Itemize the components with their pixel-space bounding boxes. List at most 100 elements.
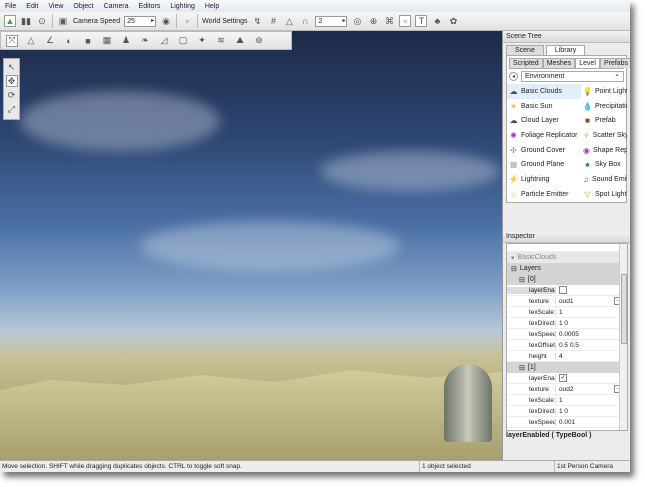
main-toolbar: ▲ ▮▮ ⊙ ▣ Camera Speed 25 ◉ ▫ World Setti… (0, 12, 630, 31)
layer-group[interactable]: ⊟ [0] (507, 274, 627, 285)
rotate-icon[interactable]: ⟳ (6, 89, 18, 101)
terrain-painter-icon[interactable]: ∠ (44, 35, 56, 47)
snap-terrain-icon[interactable]: ↯ (251, 15, 263, 27)
group-layers[interactable]: ⊟ Layers (507, 263, 627, 274)
library-item[interactable]: ■ Prefab (581, 113, 627, 128)
snap-size-input[interactable]: 2 (315, 15, 348, 27)
scene-tree-header: Scene Tree (503, 31, 630, 43)
library-item[interactable]: ☀ Basic Sun (507, 99, 581, 114)
world-settings-label[interactable]: World Settings (202, 18, 247, 25)
menu-object[interactable]: Object (68, 3, 98, 10)
property-value[interactable]: oud2 (559, 386, 573, 393)
menu-file[interactable]: File (0, 3, 21, 10)
material-editor-icon[interactable]: ◐ (63, 35, 75, 47)
fit-view-icon[interactable]: ▫ (181, 15, 193, 27)
terrain-editor-icon[interactable]: △ (25, 35, 37, 47)
visibility-eye-icon[interactable]: ◉ (160, 15, 172, 27)
property-row: layerEnabled (507, 285, 627, 296)
tab-library[interactable]: Library (545, 45, 586, 55)
property-value[interactable]: 0.0005 (559, 331, 579, 338)
library-item[interactable]: ▽ Spot Light (581, 187, 627, 202)
library-item[interactable]: 💧Precipitation (581, 99, 627, 114)
shape-editor-icon[interactable]: ⊛ (253, 35, 265, 47)
world-pivot-icon[interactable]: ⊕ (367, 15, 379, 27)
layer-group[interactable]: ⊟ [1] (507, 362, 627, 373)
3d-viewport[interactable] (0, 31, 502, 460)
mesh-road-icon[interactable]: ◿ (158, 35, 170, 47)
property-row: texScale 1 (507, 307, 627, 318)
sky-icon[interactable]: ♣ (431, 15, 443, 27)
property-value[interactable]: oud1 (559, 298, 573, 305)
select-bounds-icon[interactable]: ▫ (399, 15, 412, 27)
scrollbar[interactable] (619, 244, 627, 430)
property-value[interactable]: 1 0 (559, 408, 568, 415)
menu-lighting[interactable]: Lighting (165, 3, 200, 10)
library-item[interactable]: ◉Shape Replicator (581, 143, 627, 158)
subtab-scripted[interactable]: Scripted (509, 58, 543, 68)
datablock-editor-icon[interactable]: ▦ (101, 35, 113, 47)
scene-object-tower[interactable] (444, 364, 492, 442)
library-item[interactable]: ☁ Basic Clouds (507, 84, 581, 99)
library-item-icon: ■ (585, 116, 590, 126)
library-item[interactable]: ☁ Cloud Layer (507, 113, 581, 128)
camera-speed-input[interactable]: 25 (124, 15, 157, 27)
mission-area-icon[interactable]: ▢ (177, 35, 189, 47)
layer-enabled-checkbox[interactable] (559, 286, 567, 294)
sketch-tool-icon[interactable]: ■ (82, 35, 94, 47)
object-transform-icon[interactable]: ⌘ (383, 15, 395, 27)
subtab-meshes[interactable]: Meshes (542, 58, 576, 68)
select-arrow-icon[interactable]: ↖ (6, 61, 18, 73)
forest-editor-icon[interactable]: ❧ (139, 35, 151, 47)
layer-enabled-checkbox[interactable]: ✓ (559, 374, 567, 382)
menu-edit[interactable]: Edit (21, 3, 43, 10)
category-dropdown[interactable]: Environment (521, 70, 624, 82)
object-class-header[interactable]: ▾ BasicClouds (507, 252, 627, 263)
subtab-prefabs[interactable]: Prefabs (599, 58, 630, 68)
camera-icon[interactable]: ▣ (57, 15, 69, 27)
road-editor-icon[interactable]: ⛰ (234, 35, 246, 47)
library-item[interactable]: ⚡ Lightning (507, 172, 581, 187)
library-item[interactable]: ☆ Particle Emitter (507, 187, 581, 202)
library-item[interactable]: ▦ Ground Plane (507, 157, 581, 172)
magnet-icon[interactable]: ∩ (299, 15, 311, 27)
move-icon[interactable]: ✥ (5, 75, 18, 87)
property-value[interactable]: 0.5 0.5 (559, 342, 579, 349)
object-class-label: BasicClouds (517, 254, 557, 261)
property-value[interactable]: 1 (559, 397, 563, 404)
grid-snap-icon[interactable]: # (267, 15, 279, 27)
library-item[interactable]: ✺ Foliage Replicator (507, 128, 581, 143)
text-labels-icon[interactable]: T (415, 15, 428, 27)
subtab-level[interactable]: Level (575, 58, 600, 68)
property-value[interactable]: 0.001 (559, 419, 575, 426)
library-item[interactable]: ✢ Ground Cover (507, 143, 581, 158)
property-row: texScale 1 (507, 395, 627, 406)
menu-help[interactable]: Help (200, 3, 224, 10)
bounds-snap-icon[interactable]: △ (283, 15, 295, 27)
property-value[interactable]: 0.5 0.5 (559, 430, 579, 431)
menu-view[interactable]: View (43, 3, 68, 10)
library-item[interactable]: ♠ Sky Box (581, 157, 627, 172)
property-value[interactable]: 1 0 (559, 320, 568, 327)
property-value[interactable]: 1 (559, 309, 563, 316)
particle-editor-icon[interactable]: ✦ (196, 35, 208, 47)
terrain-icon[interactable]: ✿ (447, 15, 459, 27)
property-row: height 4 (507, 351, 627, 362)
scale-icon[interactable]: ⤢ (6, 103, 18, 115)
property-name: texScale (529, 396, 554, 404)
property-value[interactable]: 4 (559, 353, 563, 360)
play-icon[interactable]: ⊙ (36, 15, 48, 27)
menu-editors[interactable]: Editors (134, 3, 166, 10)
river-editor-icon[interactable]: ≋ (215, 35, 227, 47)
library-item[interactable]: ♫Sound Emitter (581, 172, 627, 187)
world-editor-icon[interactable]: ▲ (4, 15, 16, 27)
object-center-icon[interactable]: ◎ (351, 15, 363, 27)
library-item[interactable]: 💡 Point Light (581, 84, 627, 99)
menu-camera[interactable]: Camera (99, 3, 134, 10)
gui-editor-icon[interactable]: ▮▮ (20, 15, 32, 27)
decal-editor-icon[interactable]: ♟ (120, 35, 132, 47)
tab-scene[interactable]: Scene (506, 45, 544, 55)
status-camera[interactable]: 1st Person Camera (555, 461, 630, 472)
object-editor-icon[interactable]: ⤧ (6, 34, 18, 47)
back-icon[interactable]: ◂ (509, 72, 518, 81)
library-item[interactable]: ✧ Scatter Sky (581, 128, 627, 143)
